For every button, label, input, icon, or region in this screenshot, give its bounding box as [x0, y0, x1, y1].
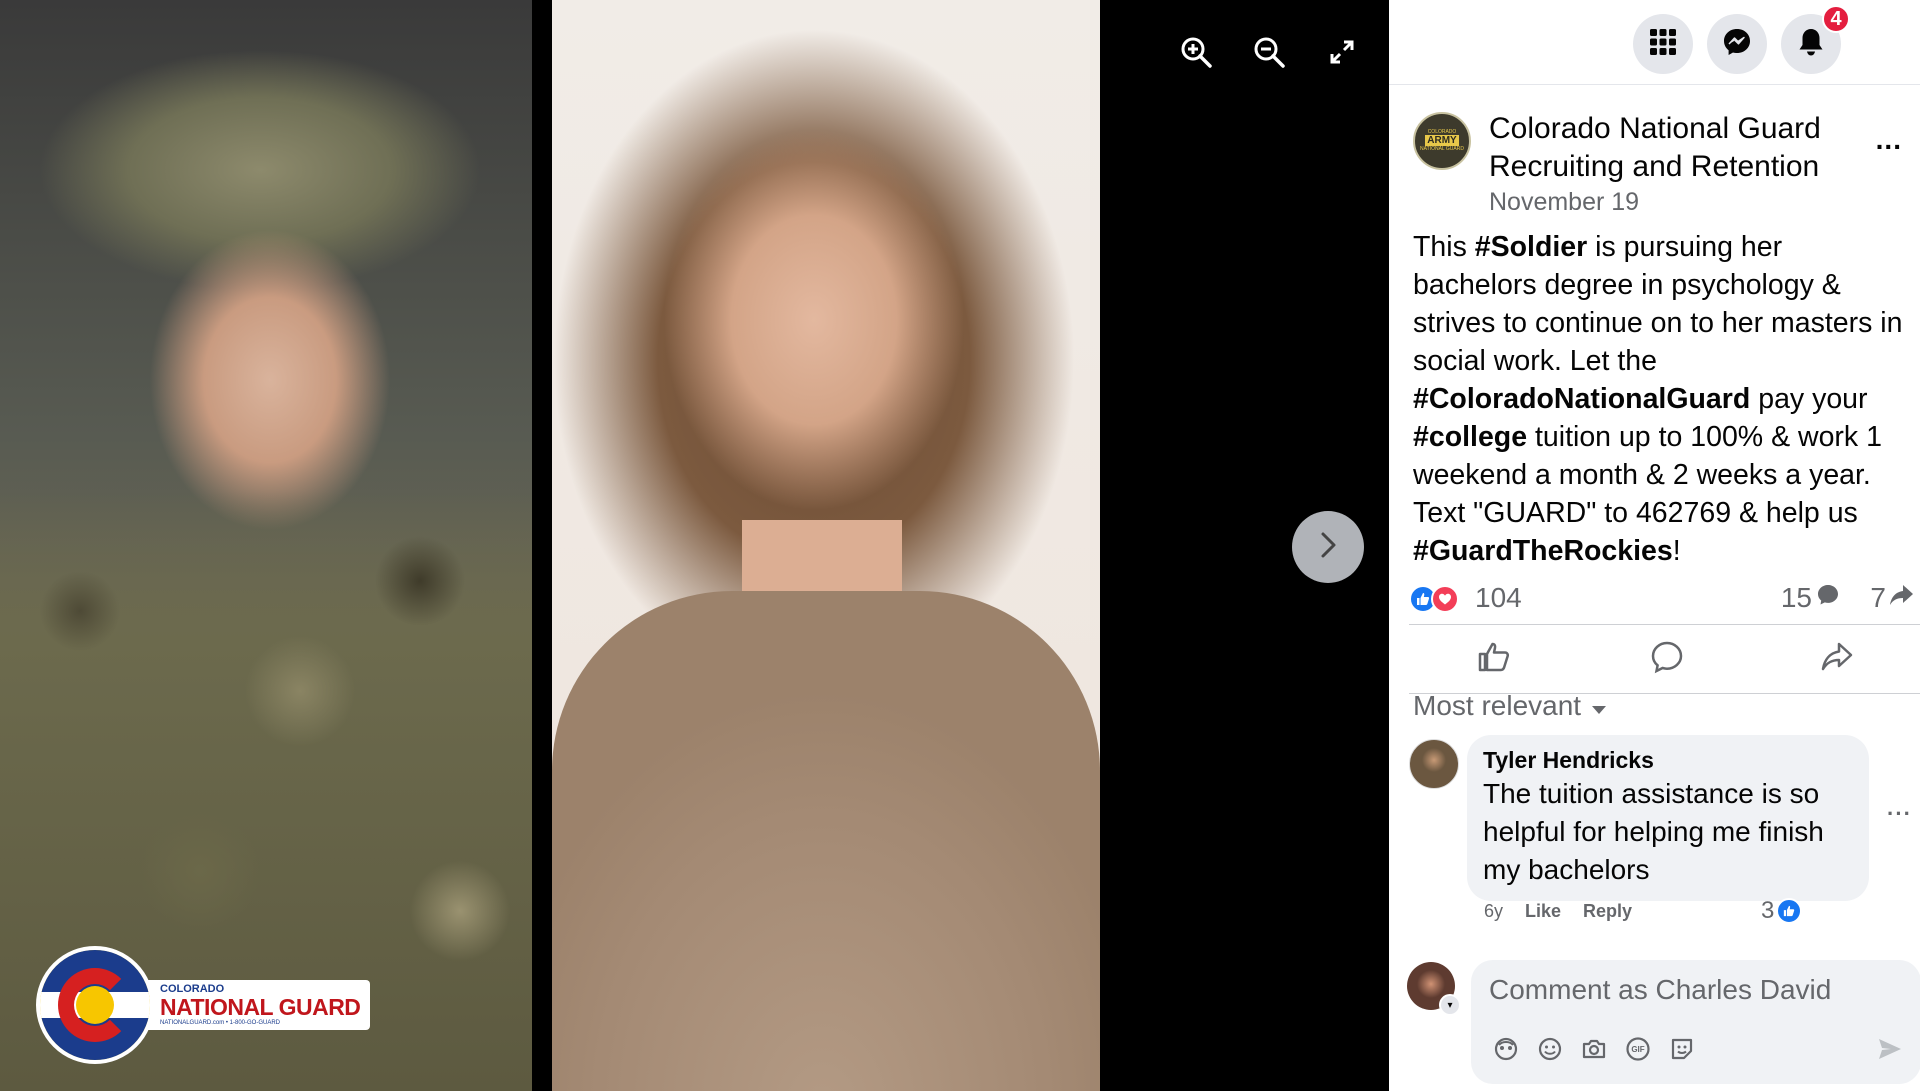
- comment-button[interactable]: [1647, 639, 1687, 679]
- share-button[interactable]: [1817, 639, 1857, 679]
- post-sidebar: 4 COLORADO ARMY NATIONAL GUARD Colorado …: [1389, 0, 1920, 1091]
- post-text-part: pay your: [1750, 383, 1868, 415]
- hashtag-link[interactable]: #Soldier: [1475, 231, 1587, 263]
- logo-wordmark: COLORADO NATIONAL GUARD NATIONALGUARD.co…: [146, 980, 371, 1030]
- caret-down-icon: [1591, 690, 1607, 722]
- emoji-icon[interactable]: [1535, 1034, 1565, 1064]
- comment-author-link[interactable]: Tyler Hendricks: [1483, 745, 1853, 775]
- next-photo-button[interactable]: [1292, 511, 1364, 583]
- page-avatar-line3: NATIONAL GUARD: [1420, 146, 1464, 152]
- reactions-summary: 104 15 7: [1409, 580, 1920, 620]
- menu-button[interactable]: [1633, 14, 1693, 74]
- thumbs-up-icon: [1477, 641, 1511, 678]
- comment-reply-link[interactable]: Reply: [1583, 901, 1632, 922]
- comment-count[interactable]: 15: [1781, 582, 1840, 614]
- share-count[interactable]: 7: [1870, 582, 1914, 614]
- comment-text: The tuition assistance is so helpful for…: [1483, 778, 1824, 885]
- comment-input[interactable]: [1489, 974, 1889, 1006]
- composer-tools: GIF: [1491, 1034, 1697, 1064]
- sticker-icon[interactable]: [1667, 1034, 1697, 1064]
- post-action-bar: [1409, 624, 1920, 694]
- post-body-text: This #Soldier is pursuing her bachelors …: [1413, 228, 1913, 570]
- comment-icon: [1650, 640, 1684, 679]
- reaction-icons[interactable]: [1409, 585, 1459, 613]
- bell-icon: [1797, 27, 1825, 62]
- notifications-button[interactable]: 4: [1781, 5, 1850, 74]
- sweater: [552, 591, 1100, 1091]
- post-date-link[interactable]: November 19: [1489, 188, 1639, 217]
- post-text-part: This: [1413, 231, 1475, 263]
- gif-icon[interactable]: GIF: [1623, 1034, 1653, 1064]
- photo-viewer: COLORADO NATIONAL GUARD NATIONALGUARD.co…: [0, 0, 1389, 1091]
- logo-url: NATIONALGUARD.com • 1-800-GO-GUARD: [160, 1020, 281, 1026]
- photo-soldier-uniform: COLORADO NATIONAL GUARD NATIONALGUARD.co…: [0, 0, 532, 1091]
- logo-title: NATIONAL GUARD: [160, 994, 361, 1020]
- comment-sort-label: Most relevant: [1413, 690, 1582, 721]
- reaction-count[interactable]: 104: [1475, 582, 1522, 614]
- comment-bubble-icon: [1816, 582, 1840, 614]
- comment-age[interactable]: 6y: [1484, 901, 1503, 922]
- notification-count-badge: 4: [1822, 5, 1850, 33]
- share-arrow-icon: [1888, 582, 1914, 614]
- messenger-button[interactable]: [1707, 14, 1767, 74]
- svg-text:GIF: GIF: [1631, 1045, 1644, 1054]
- love-reaction-icon: [1431, 585, 1459, 613]
- messenger-icon: [1722, 27, 1752, 62]
- camera-icon[interactable]: [1579, 1034, 1609, 1064]
- page-name-link[interactable]: Colorado National Guard Recruiting and R…: [1489, 110, 1849, 186]
- send-icon: [1877, 1037, 1903, 1066]
- send-comment-button[interactable]: [1875, 1036, 1905, 1066]
- colorado-national-guard-logo: COLORADO NATIONAL GUARD NATIONALGUARD.co…: [36, 946, 371, 1064]
- fullscreen-icon[interactable]: [1324, 34, 1360, 70]
- comment-meta: 6y Like Reply: [1484, 901, 1632, 922]
- comment-bubble: Tyler Hendricks The tuition assistance i…: [1467, 735, 1869, 901]
- like-reaction-icon: [1776, 898, 1803, 924]
- comment-like-count-value: 3: [1761, 897, 1775, 924]
- share-count-value: 7: [1870, 582, 1886, 613]
- top-navigation: 4: [1389, 0, 1920, 85]
- like-button[interactable]: [1474, 639, 1514, 679]
- commenter-avatar[interactable]: [1409, 739, 1459, 789]
- comment-item: Tyler Hendricks The tuition assistance i…: [1409, 735, 1920, 935]
- post-options-button[interactable]: ...: [1876, 124, 1902, 156]
- photo-civilian-portrait: [552, 0, 1100, 1091]
- comment-composer: ▾ GIF: [1407, 956, 1920, 1086]
- zoom-out-icon[interactable]: [1251, 34, 1287, 70]
- avatar-sticker-icon[interactable]: [1491, 1034, 1521, 1064]
- comment-sort-dropdown[interactable]: Most relevant: [1413, 690, 1607, 722]
- post-header: COLORADO ARMY NATIONAL GUARD Colorado Na…: [1413, 108, 1920, 218]
- comment-like-count[interactable]: 3: [1761, 897, 1803, 925]
- grid-menu-icon: [1649, 28, 1677, 61]
- viewer-toolbar: [1178, 34, 1360, 70]
- page-avatar[interactable]: COLORADO ARMY NATIONAL GUARD: [1413, 112, 1471, 170]
- hashtag-link[interactable]: #college: [1413, 421, 1527, 453]
- zoom-in-icon[interactable]: [1178, 34, 1214, 70]
- comment-options-button[interactable]: ···: [1887, 801, 1912, 827]
- comment-input-box: GIF: [1471, 960, 1920, 1084]
- chevron-right-icon: [1313, 530, 1343, 565]
- share-icon: [1820, 641, 1854, 678]
- page-avatar-line2: ARMY: [1425, 135, 1459, 146]
- post-text-part: !: [1672, 535, 1681, 567]
- comment-like-link[interactable]: Like: [1525, 901, 1561, 922]
- hashtag-link[interactable]: #ColoradoNationalGuard: [1413, 383, 1750, 415]
- colorado-flag-emblem: [36, 946, 154, 1064]
- hashtag-link[interactable]: #GuardTheRockies: [1413, 535, 1673, 567]
- comment-count-value: 15: [1780, 582, 1812, 613]
- chevron-down-icon[interactable]: ▾: [1439, 994, 1461, 1016]
